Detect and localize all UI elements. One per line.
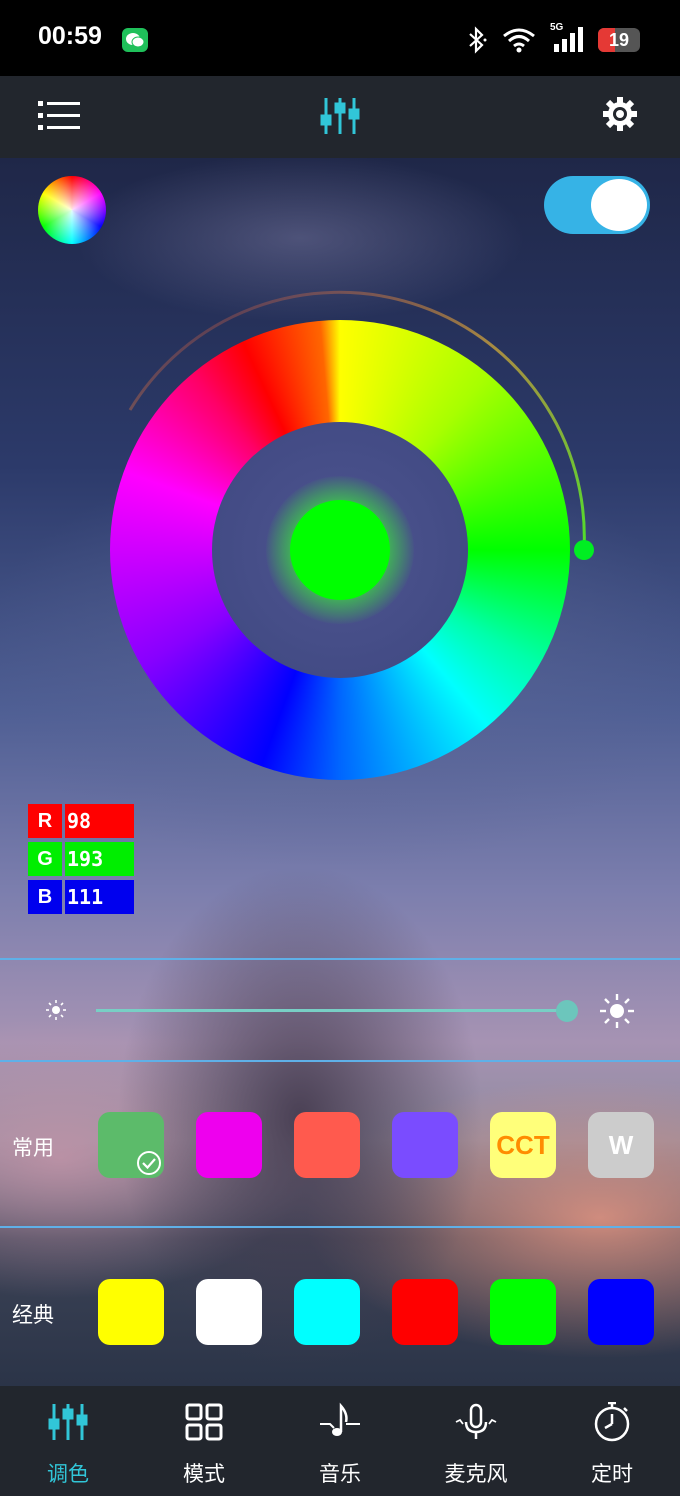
white-swatch[interactable]: W [588,1112,654,1178]
r-label: R [28,804,62,838]
wechat-icon [122,28,148,52]
hue-arc-indicator [128,290,594,560]
equalizer-icon[interactable] [320,96,360,136]
rgb-row-r: R 98 [28,804,134,838]
power-toggle[interactable] [544,176,650,234]
nav-music[interactable]: 音乐 [290,1400,390,1490]
classic-swatch-green[interactable] [490,1279,556,1345]
classic-swatch-cyan[interactable] [294,1279,360,1345]
status-time: 00:59 [38,22,102,50]
g-value: 193 [65,842,134,876]
classic-swatch-yellow[interactable] [98,1279,164,1345]
cell-signal-icon: 5G [550,22,584,54]
b-value: 111 [65,880,134,914]
microphone-icon [455,1403,497,1439]
divider [0,1226,680,1228]
mode-grid-icon [185,1403,223,1441]
nav-label: 模式 [183,1462,225,1486]
brightness-slider[interactable] [96,1009,572,1012]
status-bar: 00:59 5G 19 [0,0,680,76]
gear-icon[interactable] [602,96,638,132]
g-label: G [28,842,62,876]
b-label: B [28,880,62,914]
common-swatch-3[interactable] [294,1112,360,1178]
classic-colors-row: 经典 [0,1279,680,1345]
classic-swatch-white[interactable] [196,1279,262,1345]
status-icons: 5G 19 [466,22,640,56]
nav-timer[interactable]: 定时 [562,1400,662,1490]
nav-color-adjust[interactable]: 调色 [18,1400,118,1490]
rgb-readout: R 98 G 193 B 111 [28,804,134,918]
rgb-row-b: B 111 [28,880,134,914]
brightness-high-icon [600,994,634,1028]
battery-percent: 19 [608,29,630,50]
wifi-icon [503,28,535,53]
app-bar [0,76,680,158]
nav-microphone[interactable]: 麦克风 [426,1400,526,1490]
brightness-control [0,960,680,1060]
common-colors-label: 常用 [12,1136,54,1160]
nav-label: 定时 [591,1462,633,1486]
network-type: 5G [550,22,564,33]
classic-swatch-blue[interactable] [588,1279,654,1345]
battery-icon: 19 [598,28,640,52]
music-note-icon [320,1402,360,1436]
r-value: 98 [65,804,134,838]
nav-label: 麦克风 [444,1462,508,1486]
brightness-slider-thumb[interactable] [556,1000,579,1022]
common-swatch-1[interactable] [98,1112,164,1178]
divider [0,1060,680,1062]
bottom-nav: 调色 模式 音乐 麦克风 定时 [0,1386,680,1496]
color-adjust-icon [48,1404,88,1440]
nav-mode[interactable]: 模式 [154,1400,254,1490]
common-colors-row: 常用 CCT W [0,1112,680,1178]
menu-list-icon[interactable] [38,98,80,134]
bluetooth-icon [469,26,487,54]
main-panel: R 98 G 193 B 111 常用 CCT W 经典 [0,158,680,1386]
check-icon [137,1151,161,1175]
classic-swatch-red[interactable] [392,1279,458,1345]
rgb-row-g: G 193 [28,842,134,876]
nav-label: 调色 [47,1462,89,1486]
timer-icon [594,1402,630,1442]
color-wheel [100,290,600,798]
brightness-low-icon [46,1000,66,1020]
common-swatch-2[interactable] [196,1112,262,1178]
hue-arc-handle[interactable] [574,540,594,560]
nav-label: 音乐 [319,1462,361,1486]
classic-colors-label: 经典 [12,1303,54,1327]
color-palette-icon[interactable] [38,176,106,244]
common-swatch-4[interactable] [392,1112,458,1178]
cct-swatch[interactable]: CCT [490,1112,556,1178]
toggle-knob [591,179,647,231]
